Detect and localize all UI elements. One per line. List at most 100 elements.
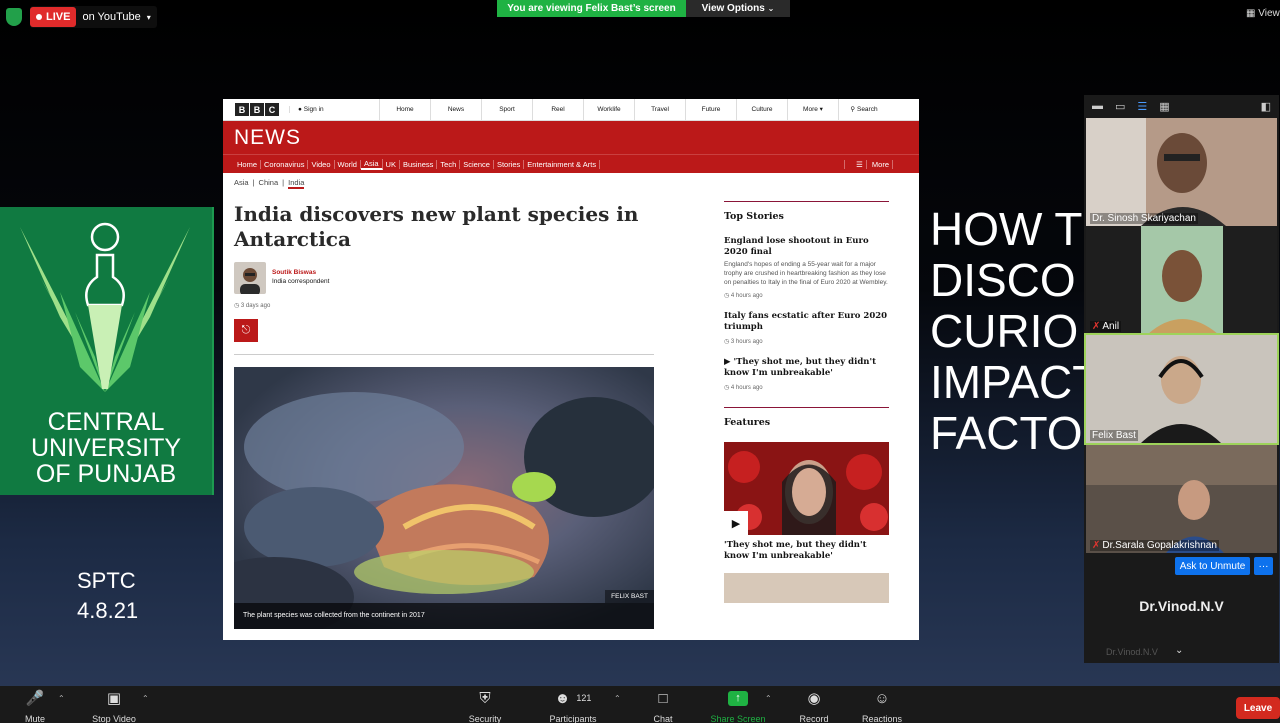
feature-title[interactable]: 'They shot me, but they didn't know I'm … bbox=[724, 540, 889, 562]
subnav-entertainment[interactable]: Entertainment & Arts bbox=[524, 159, 601, 169]
bbc-logo-letter: B bbox=[235, 103, 249, 116]
nav-search[interactable]: ⚲ Search bbox=[838, 99, 889, 121]
top-story-title[interactable]: ▶ 'They shot me, but they didn't know I'… bbox=[724, 357, 889, 379]
subnav-more-label: More bbox=[868, 159, 893, 169]
nav-more-label: More bbox=[803, 105, 818, 113]
university-name: CENTRAL UNIVERSITY OF PUNJAB bbox=[0, 409, 212, 487]
participant-name: Dr. Sinosh Skariyachan bbox=[1090, 213, 1198, 224]
nav-travel[interactable]: Travel bbox=[634, 99, 685, 121]
gallery-view-icon[interactable]: ▦ bbox=[1159, 100, 1169, 113]
participants-icon: ☻ 121 bbox=[554, 689, 592, 707]
play-icon[interactable]: ▶ bbox=[724, 511, 748, 535]
feature-image-2[interactable] bbox=[724, 573, 889, 603]
shared-screen[interactable]: B B C ● Sign in Home News Sport Reel Wor… bbox=[223, 99, 919, 640]
video-options-caret-icon[interactable]: ⌃ bbox=[142, 694, 149, 703]
speaker-view-icon[interactable]: ☰ bbox=[1137, 100, 1147, 113]
share-options-caret-icon[interactable]: ⌃ bbox=[765, 694, 772, 703]
participant-count: 121 bbox=[576, 693, 592, 703]
chevron-down-icon[interactable]: ⌄ bbox=[1175, 645, 1183, 656]
nav-home[interactable]: Home bbox=[379, 99, 430, 121]
live-label: LIVE bbox=[46, 11, 71, 23]
participant-tile[interactable]: ✗ Dr.Sarala Gopalakrishnan bbox=[1086, 445, 1277, 553]
share-button[interactable]: ⎋ bbox=[234, 319, 258, 342]
reactions-button[interactable]: ☺ Reactions bbox=[847, 686, 917, 723]
top-story-item[interactable]: ▶ 'They shot me, but they didn't know I'… bbox=[724, 357, 889, 391]
live-streaming-indicator[interactable]: LIVE on YouTube ▾ bbox=[30, 6, 157, 28]
news-section-title[interactable]: NEWS bbox=[223, 121, 919, 154]
subnav-uk[interactable]: UK bbox=[383, 159, 400, 169]
participants-button[interactable]: ☻ 121 Participants bbox=[538, 686, 608, 723]
event-date: 4.8.21 bbox=[77, 598, 139, 623]
nav-sport[interactable]: Sport bbox=[481, 99, 532, 121]
nav-reel[interactable]: Reel bbox=[532, 99, 583, 121]
top-story-title[interactable]: Italy fans ecstatic after Euro 2020 triu… bbox=[724, 311, 889, 333]
subnav-more-button[interactable]: ☰ More bbox=[844, 159, 893, 169]
top-story-item[interactable]: Italy fans ecstatic after Euro 2020 triu… bbox=[724, 311, 889, 345]
image-credit: FELIX BAST bbox=[605, 590, 654, 603]
view-toggle-button[interactable]: ▦ View bbox=[1246, 8, 1280, 19]
chevron-down-icon: ⌄ bbox=[767, 4, 775, 13]
security-button[interactable]: ⛨ Security bbox=[450, 686, 520, 723]
subnav-video[interactable]: Video bbox=[308, 159, 335, 169]
article-image[interactable]: FELIX BAST The plant species was collect… bbox=[234, 367, 654, 629]
breadcrumb-china[interactable]: China bbox=[259, 178, 279, 189]
subnav-home[interactable]: Home bbox=[234, 159, 262, 169]
security-shield-icon[interactable] bbox=[6, 8, 22, 26]
bbc-top-nav: B B C ● Sign in Home News Sport Reel Wor… bbox=[223, 99, 919, 121]
nav-culture[interactable]: Culture bbox=[736, 99, 787, 121]
subnav-stories[interactable]: Stories bbox=[494, 159, 525, 169]
leave-button[interactable]: Leave bbox=[1236, 697, 1280, 719]
slide-title-line: IMPACT bbox=[930, 356, 1085, 408]
top-story-item[interactable]: England lose shootout in Euro 2020 final… bbox=[724, 236, 889, 299]
share-icon: ⎋ bbox=[241, 324, 251, 336]
expand-icon[interactable]: ◧ bbox=[1261, 100, 1271, 113]
person-icon bbox=[240, 268, 260, 294]
participants-options-caret-icon[interactable]: ⌃ bbox=[614, 694, 621, 703]
share-screen-button[interactable]: ↑ Share Screen bbox=[703, 686, 773, 723]
participant-more-button[interactable]: ··· bbox=[1254, 557, 1273, 575]
bbc-logo[interactable]: B B C bbox=[235, 103, 279, 116]
subnav-world[interactable]: World bbox=[335, 159, 361, 169]
participant-video-icon bbox=[1086, 118, 1277, 226]
nav-news[interactable]: News bbox=[430, 99, 481, 121]
moss-photo-icon bbox=[234, 367, 654, 629]
participant-tile[interactable]: ✗ Anil bbox=[1086, 226, 1277, 334]
participant-tile[interactable]: Dr. Sinosh Skariyachan bbox=[1086, 118, 1277, 226]
university-name-line: CENTRAL bbox=[47, 408, 165, 436]
stop-video-button[interactable]: ▣ Stop Video bbox=[79, 686, 149, 723]
minimize-icon[interactable]: ▬ bbox=[1092, 100, 1103, 112]
participant-label: ✗ Anil bbox=[1090, 321, 1122, 332]
breadcrumb-india[interactable]: India bbox=[288, 178, 305, 189]
subnav-business[interactable]: Business bbox=[400, 159, 438, 169]
nav-future[interactable]: Future bbox=[685, 99, 736, 121]
nav-worklife[interactable]: Worklife bbox=[583, 99, 634, 121]
sign-in-link[interactable]: ● Sign in bbox=[289, 106, 379, 113]
mute-button[interactable]: 🎤 Mute bbox=[0, 686, 70, 723]
share-screen-label: Share Screen bbox=[710, 714, 766, 723]
view-options-button[interactable]: View Options ⌄ bbox=[686, 0, 790, 17]
meeting-toolbar: 🎤 Mute ⌃ ▣ Stop Video ⌃ ⛨ Security ☻ 121 … bbox=[0, 686, 1280, 723]
participant-tile-active-speaker[interactable]: Felix Bast bbox=[1084, 333, 1279, 445]
record-button[interactable]: ◉ Record bbox=[779, 686, 849, 723]
subnav-coronavirus[interactable]: Coronavirus bbox=[261, 159, 309, 169]
viewing-screen-banner: You are viewing Felix Bast’s screen bbox=[497, 0, 686, 17]
chat-button[interactable]: □ Chat bbox=[628, 686, 698, 723]
subnav-asia[interactable]: Asia bbox=[360, 158, 383, 170]
clock-icon: ◷ bbox=[724, 385, 730, 391]
feature-image[interactable]: ▶ bbox=[724, 442, 889, 535]
ask-to-unmute-button[interactable]: Ask to Unmute bbox=[1175, 557, 1250, 575]
participant-video-icon bbox=[1086, 445, 1277, 553]
mute-options-caret-icon[interactable]: ⌃ bbox=[58, 694, 65, 703]
subnav-tech[interactable]: Tech bbox=[437, 159, 461, 169]
university-name-line: OF PUNJAB bbox=[35, 460, 177, 488]
subnav-science[interactable]: Science bbox=[460, 159, 494, 169]
share-screen-icon: ↑ bbox=[703, 686, 773, 710]
thumbnail-view-icon[interactable]: ▭ bbox=[1115, 100, 1125, 113]
record-label: Record bbox=[799, 714, 829, 723]
author-name[interactable]: Soutik Biswas bbox=[272, 269, 316, 276]
university-name-line: UNIVERSITY bbox=[30, 434, 182, 462]
stop-video-label: Stop Video bbox=[92, 714, 136, 723]
nav-more[interactable]: More ▾ bbox=[787, 99, 838, 121]
top-story-title[interactable]: England lose shootout in Euro 2020 final bbox=[724, 236, 889, 258]
breadcrumb-asia[interactable]: Asia bbox=[234, 178, 249, 189]
